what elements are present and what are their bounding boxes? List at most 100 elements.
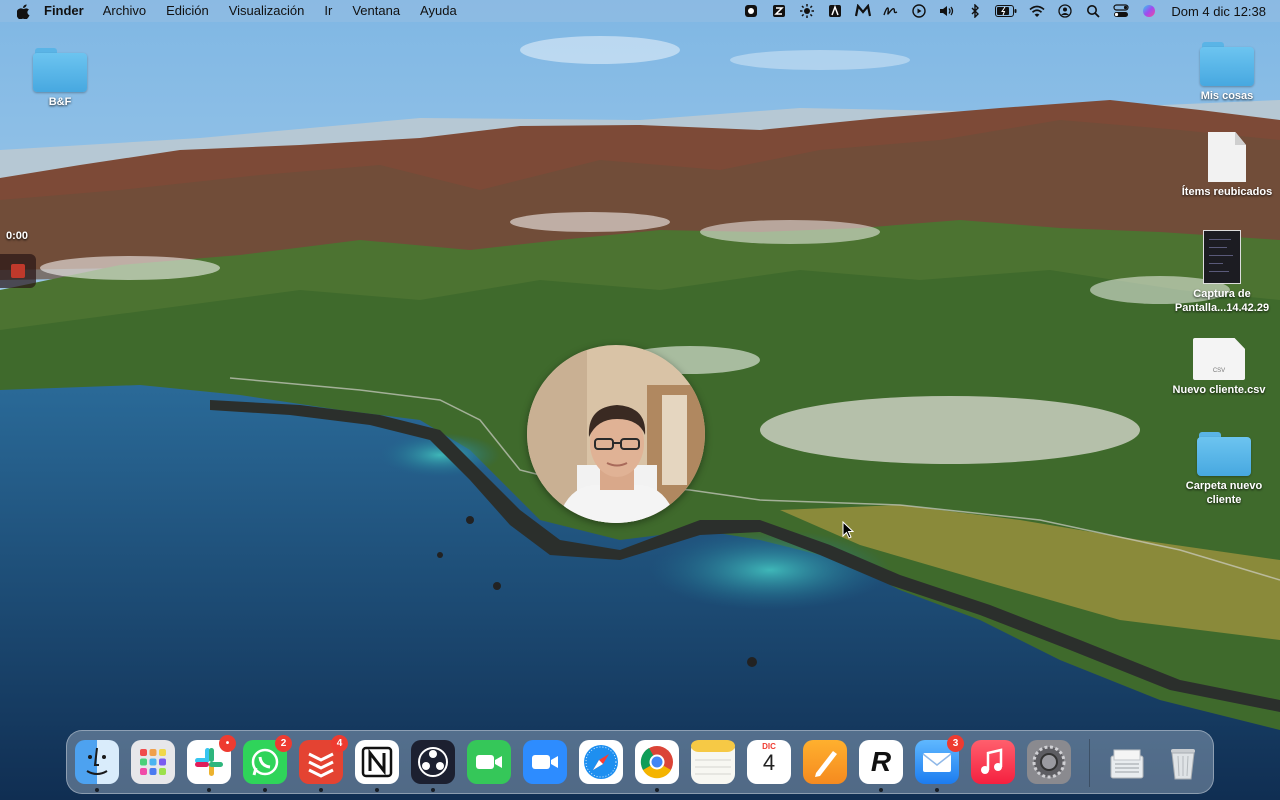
control-center-icon[interactable] [1113, 3, 1129, 19]
desktop-item-label: B&F [48, 96, 72, 108]
dock-todoist[interactable]: 4 [299, 735, 348, 792]
folder-icon [1200, 42, 1254, 86]
dock: • 2 4 DIC 4 R 3 [66, 730, 1214, 794]
notification-badge: • [219, 735, 236, 752]
running-indicator [375, 788, 379, 792]
screen-recorder-icon[interactable] [743, 3, 759, 19]
menu-ayuda[interactable]: Ayuda [420, 0, 457, 22]
running-indicator [207, 788, 211, 792]
document-alias-icon [1208, 132, 1246, 182]
safari-icon [584, 745, 618, 779]
dock-slack[interactable]: • [187, 735, 236, 792]
stop-icon [11, 264, 25, 278]
dock-pages[interactable] [803, 740, 847, 784]
dock-launchpad[interactable] [131, 740, 175, 784]
dock-papelera[interactable] [1161, 740, 1205, 784]
folder-icon [33, 48, 87, 92]
webcam-overlay[interactable] [527, 345, 705, 523]
dock-notion[interactable] [355, 740, 399, 792]
desktop-item-bf[interactable]: B&F [5, 48, 115, 109]
running-indicator [655, 788, 659, 792]
app-icon[interactable] [771, 3, 787, 19]
user-icon[interactable] [1057, 3, 1073, 19]
dock-facetime[interactable] [467, 740, 511, 784]
desktop-item-label: Mis cosas [1200, 90, 1254, 102]
notification-badge: 2 [275, 735, 292, 752]
desktop-item-nuevo-cliente-csv[interactable]: CSV Nuevo cliente.csv [1164, 338, 1274, 397]
running-indicator [935, 788, 939, 792]
notion-icon [361, 746, 393, 778]
running-indicator [431, 788, 435, 792]
dock-musica[interactable] [971, 740, 1015, 784]
notes-icon [691, 740, 735, 775]
downloads-stack-icon [1110, 749, 1144, 779]
dock-chrome[interactable] [635, 740, 679, 792]
dock-notas[interactable] [691, 740, 735, 784]
menu-ventana[interactable]: Ventana [352, 0, 400, 22]
folder-icon [1197, 432, 1251, 476]
desktop-item-mis-cosas[interactable]: Mis cosas [1172, 42, 1280, 103]
play-circle-icon[interactable] [911, 3, 927, 19]
m-app-icon[interactable] [855, 3, 872, 19]
search-icon[interactable] [1085, 3, 1101, 19]
menu-visualizacion[interactable]: Visualización [229, 0, 305, 22]
menu-bar-left: Finder Archivo Edición Visualización Ir … [0, 0, 477, 22]
bluetooth-icon[interactable] [967, 3, 983, 19]
running-indicator [319, 788, 323, 792]
dock-calendario[interactable]: DIC 4 [747, 740, 791, 784]
trash-icon [1171, 749, 1195, 780]
menu-bar-clock[interactable]: Dom 4 dic 12:38 [1171, 4, 1266, 19]
dock-whatsapp[interactable]: 2 [243, 735, 292, 792]
calendar-day: 4 [762, 750, 776, 775]
sun-icon[interactable] [799, 3, 815, 19]
pages-icon [815, 751, 837, 777]
system-preferences-icon [1032, 745, 1066, 779]
battery-icon[interactable] [995, 3, 1017, 19]
desktop-item-captura-pantalla[interactable]: Captura de Pantalla...14.42.29 [1167, 230, 1277, 315]
desktop-item-label: Captura de Pantalla...14.42.29 [1174, 288, 1270, 314]
finder-icon [86, 747, 108, 775]
siri-icon[interactable] [1141, 3, 1157, 19]
menu-archivo[interactable]: Archivo [103, 0, 146, 22]
obs-icon [418, 747, 448, 777]
csv-file-tag: CSV [1212, 368, 1226, 374]
recording-timer: 0:00 [6, 230, 29, 242]
running-indicator [263, 788, 267, 792]
running-indicator [879, 788, 883, 792]
menu-bar-status: Dom 4 dic 12:38 [731, 0, 1280, 22]
desktop-item-label: Nuevo cliente.csv [1172, 384, 1266, 396]
volume-icon[interactable] [939, 3, 955, 19]
dock-separator [1089, 739, 1090, 787]
stop-recording-button[interactable] [0, 254, 36, 288]
desktop-item-items-reubicados[interactable]: Ítems reubicados [1172, 132, 1280, 199]
running-indicator [95, 788, 99, 792]
dock-safari[interactable] [579, 740, 623, 784]
chrome-icon [640, 746, 673, 779]
facetime-icon [476, 755, 502, 769]
zoom-icon [532, 755, 558, 769]
menu-bar: Finder Archivo Edición Visualización Ir … [0, 0, 1280, 22]
screenshot-thumbnail-icon [1203, 230, 1241, 284]
notification-badge: 3 [947, 735, 964, 752]
dock-obs[interactable] [411, 740, 455, 792]
apple-menu-icon[interactable] [14, 3, 32, 19]
menu-edicion[interactable]: Edición [166, 0, 209, 22]
webcam-person-image [527, 345, 705, 523]
dock-preferencias-sistema[interactable] [1027, 740, 1071, 784]
wifi-icon[interactable] [1029, 3, 1045, 19]
dock-downloads-stack[interactable] [1105, 740, 1149, 784]
menu-ir[interactable]: Ir [324, 0, 332, 22]
signature-icon[interactable] [883, 3, 899, 19]
dock-zoom[interactable] [523, 740, 567, 784]
desktop-item-label: Carpeta nuevo cliente [1185, 480, 1263, 506]
dock-mail[interactable]: 3 [915, 735, 964, 792]
reeder-icon: R [870, 746, 892, 777]
music-icon [981, 748, 1003, 774]
menu-app-name[interactable]: Finder [44, 0, 84, 22]
app-a-icon[interactable] [827, 3, 843, 19]
dock-finder[interactable] [75, 740, 119, 792]
dock-reeder[interactable]: R [859, 740, 903, 792]
desktop-item-label: Ítems reubicados [1181, 186, 1273, 198]
mouse-cursor-icon [842, 521, 854, 539]
desktop-item-carpeta-nuevo-cliente[interactable]: Carpeta nuevo cliente [1169, 432, 1279, 507]
